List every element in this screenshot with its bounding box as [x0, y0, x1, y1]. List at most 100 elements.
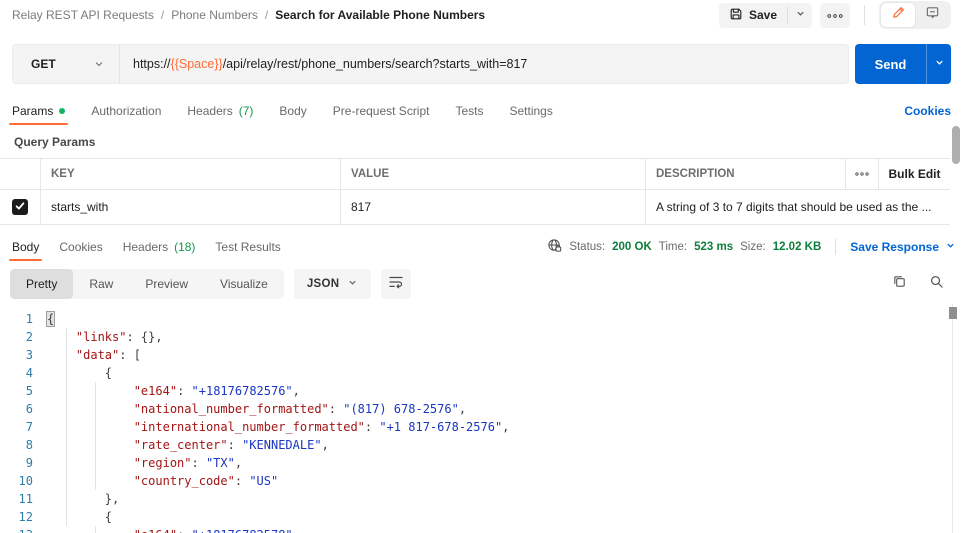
response-body-code[interactable]: 1{2 "links": {},3 "data": [4 {5 "e164": …: [0, 304, 948, 533]
code-line: 6 "national_number_formatted": "(817) 67…: [0, 400, 948, 418]
wrap-lines-button[interactable]: [381, 269, 411, 299]
line-number: 5: [0, 382, 40, 400]
code-line: 8 "rate_center": "KENNEDALE",: [0, 436, 948, 454]
query-params-title: Query Params: [14, 135, 95, 149]
view-visualize[interactable]: Visualize: [204, 269, 284, 299]
tab-body[interactable]: Body: [279, 96, 306, 125]
line-number: 10: [0, 472, 40, 490]
tab-params[interactable]: Params: [12, 96, 65, 125]
response-meta: Status: 200 OK Time: 523 ms Size: 12.02 …: [547, 233, 956, 261]
tab-pre-request-script[interactable]: Pre-request Script: [333, 96, 430, 125]
line-number: 2: [0, 328, 40, 346]
chevron-down-icon: [945, 240, 956, 254]
chevron-down-icon: [93, 58, 105, 70]
breadcrumb: Relay REST API Requests / Phone Numbers …: [12, 8, 485, 22]
comment-icon: [925, 5, 940, 25]
edit-mode-button[interactable]: [881, 3, 915, 27]
more-actions-button[interactable]: [820, 3, 850, 28]
bulk-edit-button[interactable]: Bulk Edit: [878, 159, 950, 189]
line-number: 9: [0, 454, 40, 472]
view-preview[interactable]: Preview: [129, 269, 204, 299]
view-pretty[interactable]: Pretty: [10, 269, 73, 299]
cookies-link[interactable]: Cookies: [904, 104, 951, 118]
save-response-label: Save Response: [850, 240, 939, 254]
code-line: 5 "e164": "+18176782576",: [0, 382, 948, 400]
query-params-table: KEY VALUE DESCRIPTION Bulk Edit starts_w…: [0, 158, 950, 225]
response-tab-test-results[interactable]: Test Results: [215, 233, 280, 261]
response-tab-cookies[interactable]: Cookies: [59, 233, 102, 261]
send-button-label: Send: [875, 57, 907, 72]
send-button-group: Send: [855, 44, 951, 84]
tab-settings[interactable]: Settings: [510, 96, 553, 125]
mode-toggle: [879, 1, 951, 29]
save-button[interactable]: Save: [719, 3, 787, 28]
param-key-field[interactable]: starts_with: [40, 190, 340, 224]
response-tools: [892, 274, 954, 294]
param-description-field[interactable]: A string of 3 to 7 digits that should be…: [645, 190, 950, 224]
breadcrumb-request-name[interactable]: Search for Available Phone Numbers: [275, 8, 485, 22]
save-options-button[interactable]: [788, 3, 812, 28]
headers-count: (7): [239, 104, 254, 118]
time-label: Time:: [659, 241, 687, 253]
line-number: 1: [0, 310, 40, 328]
send-options-button[interactable]: [926, 44, 951, 84]
url-path: /api/relay/rest/phone_numbers/search?sta…: [223, 57, 528, 71]
size-label: Size:: [740, 241, 766, 253]
breadcrumb-folder[interactable]: Phone Numbers: [171, 8, 258, 22]
code-scrollbar-thumb[interactable]: [949, 307, 957, 319]
breadcrumb-separator: /: [161, 8, 164, 22]
response-tab-headers[interactable]: Headers (18): [123, 233, 196, 261]
search-icon[interactable]: [929, 274, 944, 294]
code-line: 4 {: [0, 364, 948, 382]
params-more-actions-button[interactable]: [845, 159, 878, 189]
code-line: 1{: [0, 310, 948, 328]
tab-label: Body: [12, 240, 39, 254]
line-number: 7: [0, 418, 40, 436]
ellipsis-icon: [855, 168, 869, 180]
app-window: Relay REST API Requests / Phone Numbers …: [0, 0, 963, 533]
code-line: 2 "links": {},: [0, 328, 948, 346]
method-selector[interactable]: GET: [13, 45, 119, 83]
tab-authorization[interactable]: Authorization: [91, 96, 161, 125]
code-line: 9 "region": "TX",: [0, 454, 948, 472]
comments-button[interactable]: [915, 3, 949, 27]
line-number: 8: [0, 436, 40, 454]
tab-tests[interactable]: Tests: [455, 96, 483, 125]
param-enabled-checkbox[interactable]: [12, 199, 28, 215]
breadcrumb-collection[interactable]: Relay REST API Requests: [12, 8, 154, 22]
divider: [864, 5, 865, 25]
tab-headers[interactable]: Headers (7): [187, 96, 253, 125]
code-line: 7 "international_number_formatted": "+1 …: [0, 418, 948, 436]
url-input[interactable]: https://{{Space}}/api/relay/rest/phone_n…: [120, 57, 540, 71]
time-value: 523 ms: [694, 241, 733, 253]
save-response-button[interactable]: Save Response: [850, 240, 956, 254]
chevron-down-icon: [934, 55, 945, 73]
tab-label: Tests: [455, 104, 483, 118]
column-header-value: VALUE: [340, 159, 645, 189]
page-scrollbar-thumb[interactable]: [952, 126, 960, 164]
param-value-field[interactable]: 817: [340, 190, 645, 224]
code-lines: 1{2 "links": {},3 "data": [4 {5 "e164": …: [0, 310, 948, 533]
format-selector[interactable]: JSON: [294, 269, 372, 299]
response-toolbar: Pretty Raw Preview Visualize JSON: [10, 268, 954, 300]
globe-lock-icon[interactable]: [547, 238, 562, 256]
breadcrumb-separator: /: [265, 8, 268, 22]
code-line: 10 "country_code": "US": [0, 472, 948, 490]
divider: [835, 239, 836, 255]
send-button[interactable]: Send: [855, 44, 926, 84]
copy-icon[interactable]: [892, 274, 907, 294]
view-raw[interactable]: Raw: [73, 269, 129, 299]
topbar: Relay REST API Requests / Phone Numbers …: [0, 0, 963, 30]
tab-label: Settings: [510, 104, 553, 118]
response-tab-body[interactable]: Body: [12, 233, 39, 261]
text-wrap-icon: [388, 274, 404, 295]
pencil-icon: [891, 5, 906, 25]
code-line: 11 },: [0, 490, 948, 508]
chevron-down-icon: [795, 6, 806, 24]
code-line: 13 "e164": "+18176782578": [0, 526, 948, 533]
table-row: starts_with 817 A string of 3 to 7 digit…: [0, 190, 950, 225]
status-label: Status:: [569, 241, 605, 253]
tab-label: Headers: [123, 240, 168, 254]
code-line: 3 "data": [: [0, 346, 948, 364]
line-number: 13: [0, 526, 40, 533]
